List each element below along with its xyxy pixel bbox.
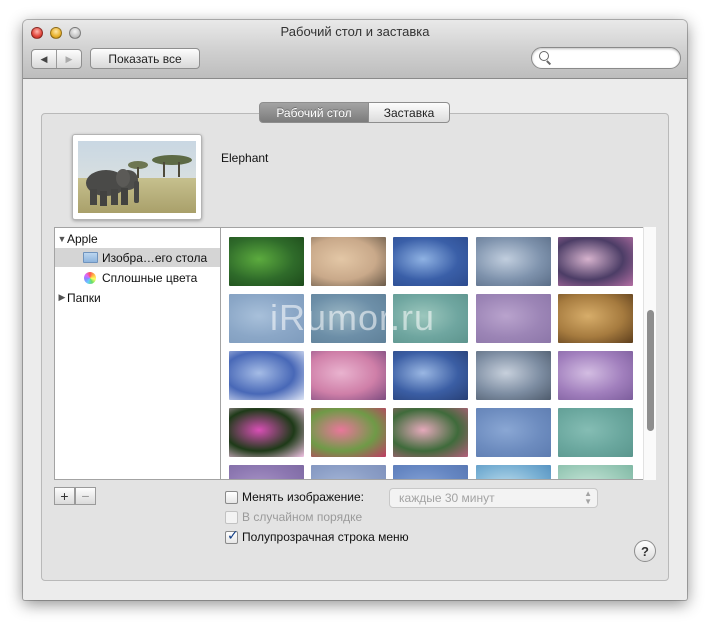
wallpaper-thumbnail-blue-mosaic[interactable]: [476, 465, 551, 479]
wallpaper-thumbnail-island-lake[interactable]: [311, 237, 386, 286]
wallpaper-thumbnail-blue-wave-1[interactable]: [393, 237, 468, 286]
current-image-name: Elephant: [221, 151, 269, 165]
folder-icon: [83, 252, 98, 263]
wallpaper-thumbnail-lotus-flower[interactable]: [229, 408, 304, 457]
random-order-checkbox[interactable]: [225, 511, 238, 524]
wallpaper-thumbnail-blue-3[interactable]: [393, 465, 468, 479]
random-order-label: В случайном порядке: [242, 510, 363, 524]
source-list: ▼ Apple Изобра…его стола Сплошные цвета …: [54, 227, 221, 480]
wallpaper-thumbnail-periwinkle[interactable]: [311, 465, 386, 479]
source-group-folders[interactable]: ▶ Папки: [55, 288, 220, 307]
search-icon: [539, 51, 549, 61]
tab-desktop[interactable]: Рабочий стол: [259, 102, 369, 123]
wallpaper-thumbnail-slate-blue[interactable]: [476, 408, 551, 457]
change-interval-value: каждые 30 минут: [399, 491, 495, 505]
show-all-button[interactable]: Показать все: [90, 48, 200, 69]
wallpaper-thumbnail-lavender-field[interactable]: [558, 351, 633, 400]
wallpaper-thumbnail-green-mosaic[interactable]: [558, 465, 633, 479]
tab-bar: Рабочий стол Заставка: [259, 102, 450, 123]
watermark-text: iRumor.ru: [270, 297, 436, 338]
wallpaper-thumbnail-violet-2[interactable]: [229, 465, 304, 479]
wallpaper-thumbnail-pink-blossoms[interactable]: [393, 408, 468, 457]
toolbar: Рабочий стол и заставка ◀ ▶ Показать все: [23, 20, 687, 79]
preferences-window: Рабочий стол и заставка ◀ ▶ Показать все…: [23, 20, 687, 600]
change-interval-popup[interactable]: каждые 30 минут ▲ ▼: [389, 488, 598, 508]
wallpaper-thumbnail-blue-wave-2[interactable]: [393, 351, 468, 400]
add-folder-button[interactable]: +: [54, 487, 75, 505]
color-wheel-icon: [84, 271, 96, 284]
source-item-desktop-pictures[interactable]: Изобра…его стола: [55, 248, 220, 267]
wallpaper-thumbnail-purple-violet[interactable]: [476, 294, 551, 343]
scrollbar-thumb[interactable]: [647, 310, 654, 431]
wallpaper-thumbnail-green-grass[interactable]: [229, 237, 304, 286]
wallpaper-thumbnail-sea-green[interactable]: [558, 408, 633, 457]
disclosure-closed-icon[interactable]: ▶: [57, 292, 67, 303]
wallpaper-thumbnail-lion[interactable]: [558, 294, 633, 343]
wallpaper-thumbnail-sky-moon[interactable]: [229, 351, 304, 400]
forward-arrow-icon[interactable]: ▶: [57, 50, 81, 68]
tab-screensaver[interactable]: Заставка: [369, 102, 450, 123]
help-button[interactable]: ?: [634, 540, 656, 562]
source-group-label: Apple: [67, 231, 98, 246]
wallpaper-thumbnail-blue-gray-wave[interactable]: [476, 237, 551, 286]
source-item-label: Изобра…его стола: [102, 250, 208, 265]
source-item-label: Сплошные цвета: [102, 270, 198, 285]
source-item-solid-colors[interactable]: Сплошные цвета: [55, 268, 220, 287]
wallpaper-thumbnail-mountain-lake-dusk[interactable]: [558, 237, 633, 286]
picture-grid-scrollbar[interactable]: [643, 227, 656, 480]
remove-folder-button[interactable]: −: [75, 487, 96, 505]
change-picture-checkbox[interactable]: [225, 491, 238, 504]
picture-grid: [221, 227, 656, 480]
source-group-label: Папки: [67, 290, 101, 305]
wallpaper-thumbnail-poppies[interactable]: [311, 408, 386, 457]
change-picture-label: Менять изображение:: [242, 490, 365, 504]
wallpaper-thumbnail-gray-wave[interactable]: [476, 351, 551, 400]
translucent-menu-bar-checkbox[interactable]: [225, 528, 239, 544]
current-desktop-preview: [72, 134, 202, 220]
search-input[interactable]: [531, 47, 681, 69]
updown-arrows-icon: ▲ ▼: [584, 489, 592, 506]
back-forward-control: ◀ ▶: [31, 49, 82, 69]
back-arrow-icon[interactable]: ◀: [32, 50, 57, 68]
disclosure-open-icon[interactable]: ▼: [57, 234, 67, 244]
elephant-photo: [78, 141, 196, 213]
window-title: Рабочий стол и заставка: [280, 24, 430, 39]
source-group-apple[interactable]: ▼ Apple: [55, 229, 220, 248]
wallpaper-thumbnail-pink-mountain[interactable]: [311, 351, 386, 400]
translucent-menu-bar-label: Полупрозрачная строка меню: [242, 530, 409, 544]
